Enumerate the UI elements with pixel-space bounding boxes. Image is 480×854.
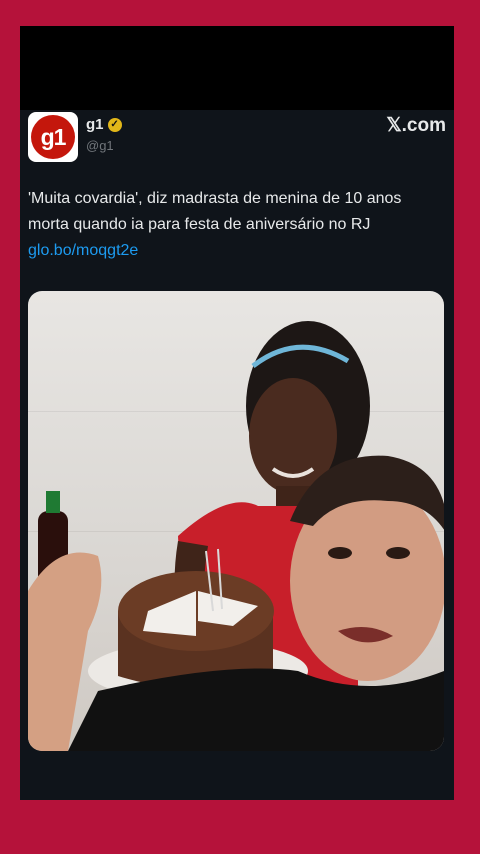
account-handle[interactable]: @g1 <box>86 138 114 153</box>
tweet-link[interactable]: glo.bo/moqgt2e <box>28 242 138 259</box>
g1-logo-text: g1 <box>31 115 75 159</box>
video-frame: g1 g1 ✓ @g1 𝕏.com 'Muita covardia', diz … <box>20 26 454 800</box>
tweet-header: g1 g1 ✓ @g1 𝕏.com <box>28 112 446 172</box>
tweet-body: 'Muita covardia', diz madrasta de menina… <box>28 190 402 233</box>
top-black-bar <box>20 26 454 110</box>
account-name-text: g1 <box>86 116 104 133</box>
tweet-text: 'Muita covardia', diz madrasta de menina… <box>28 186 444 264</box>
bottle-cap <box>46 491 60 513</box>
photo-illustration <box>28 321 444 751</box>
man-eye <box>386 547 410 559</box>
x-logo-icon[interactable]: 𝕏.com <box>386 114 446 137</box>
verified-badge-icon: ✓ <box>107 117 122 132</box>
g1-logo[interactable]: g1 <box>28 112 78 162</box>
account-name[interactable]: g1 ✓ <box>86 116 122 133</box>
man-eye <box>328 547 352 559</box>
tweet-photo[interactable] <box>28 291 444 751</box>
